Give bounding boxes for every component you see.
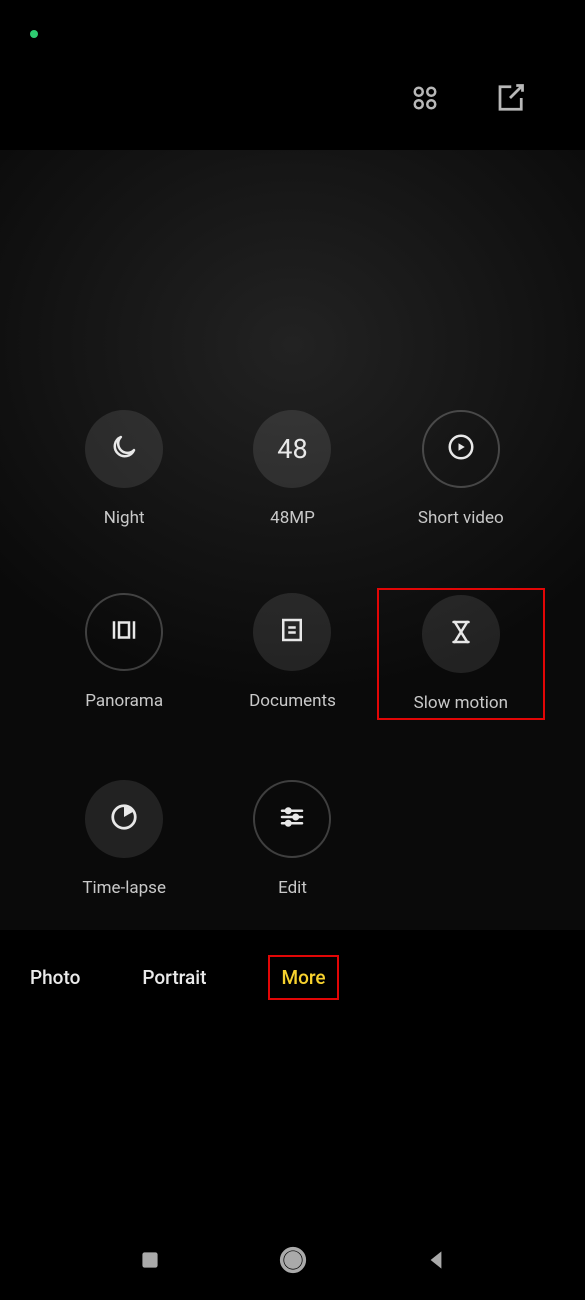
mode-label: Documents [249, 691, 336, 711]
mode-tabs: Photo Portrait More [0, 930, 585, 1025]
tab-photo[interactable]: Photo [30, 966, 80, 989]
recents-icon[interactable] [137, 1247, 163, 1273]
top-toolbar [0, 50, 585, 150]
sliders-icon [277, 802, 307, 836]
more-modes-icon[interactable] [410, 83, 440, 117]
back-icon[interactable] [423, 1247, 449, 1273]
mode-documents[interactable]: Documents [208, 588, 376, 720]
mode-label: Panorama [85, 691, 163, 711]
tab-more[interactable]: More [268, 955, 338, 1000]
clock-icon [109, 802, 139, 836]
mode-label: Time-lapse [82, 878, 166, 898]
mode-grid: Night 48 48MP Short video [0, 405, 585, 903]
viewfinder: Night 48 48MP Short video [0, 150, 585, 930]
navigation-bar [0, 1220, 585, 1300]
mode-label: 48MP [270, 508, 315, 528]
moon-icon [109, 432, 139, 466]
mode-panorama[interactable]: Panorama [40, 588, 208, 720]
document-icon [277, 615, 307, 649]
48-digits-icon: 48 [277, 433, 307, 465]
home-icon[interactable] [276, 1243, 310, 1277]
status-bar [0, 0, 585, 50]
mode-label: Short video [418, 508, 504, 528]
mode-short-video[interactable]: Short video [377, 405, 545, 533]
mode-label: Slow motion [414, 693, 508, 713]
panorama-icon [109, 615, 139, 649]
mode-label: Edit [278, 878, 307, 898]
mode-time-lapse[interactable]: Time-lapse [40, 775, 208, 903]
play-circle-icon [446, 432, 476, 466]
mode-slow-motion[interactable]: Slow motion [377, 588, 545, 720]
mode-edit[interactable]: Edit [208, 775, 376, 903]
mode-label: Night [104, 508, 145, 528]
mode-48mp[interactable]: 48 48MP [208, 405, 376, 533]
hourglass-icon [446, 617, 476, 651]
mode-night[interactable]: Night [40, 405, 208, 533]
tab-portrait[interactable]: Portrait [142, 966, 206, 989]
edit-layout-icon[interactable] [495, 83, 525, 117]
status-dot-icon [30, 30, 38, 38]
